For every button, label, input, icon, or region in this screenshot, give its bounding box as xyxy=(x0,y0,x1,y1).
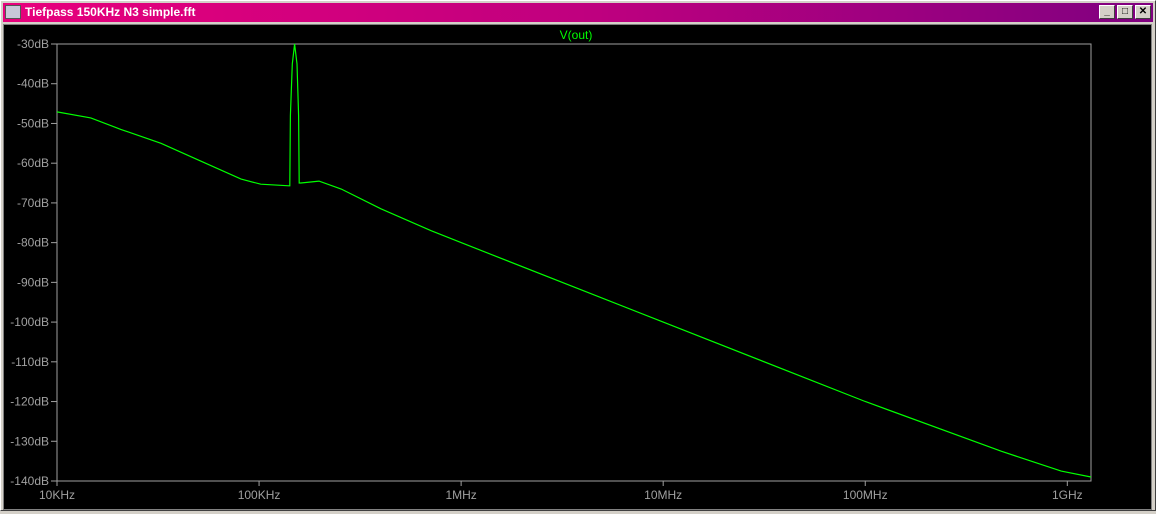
y-tick-label: -100dB xyxy=(10,315,49,329)
x-tick-label: 10KHz xyxy=(39,488,75,502)
close-button[interactable]: ✕ xyxy=(1135,5,1151,19)
x-tick-label: 100KHz xyxy=(238,488,281,502)
maximize-button[interactable]: □ xyxy=(1117,5,1133,19)
trace-label-vout[interactable]: V(out) xyxy=(560,28,593,42)
trace-vout[interactable] xyxy=(56,43,1092,478)
y-tick-label: -60dB xyxy=(17,156,49,170)
y-tick-label: -90dB xyxy=(17,275,49,289)
title-bar[interactable]: Tiefpass 150KHz N3 simple.fft _ □ ✕ xyxy=(3,3,1153,22)
x-tick-label: 10MHz xyxy=(644,488,682,502)
x-tick-label: 1GHz xyxy=(1052,488,1083,502)
plot-frame xyxy=(56,43,1092,482)
y-tick-label: -30dB xyxy=(17,37,49,51)
x-tick-label: 100MHz xyxy=(843,488,888,502)
y-tick-label: -140dB xyxy=(10,474,49,488)
y-tick-label: -130dB xyxy=(10,434,49,448)
fft-chart[interactable]: -30dB -40dB -50dB -60dB -70dB -80dB -90dB -100d… xyxy=(4,25,1151,509)
y-tick-label: -110dB xyxy=(11,355,49,369)
y-tick-label: -50dB xyxy=(17,116,49,130)
fft-window: Tiefpass 150KHz N3 simple.fft _ □ ✕ -30d… xyxy=(0,0,1156,511)
window-title: Tiefpass 150KHz N3 simple.fft xyxy=(25,5,196,19)
y-tick-label: -40dB xyxy=(17,77,49,91)
y-tick-label: -80dB xyxy=(17,236,49,250)
minimize-button[interactable]: _ xyxy=(1099,5,1115,19)
plot-pane[interactable]: -30dB -40dB -50dB -60dB -70dB -80dB -90dB -100d… xyxy=(3,24,1152,510)
y-tick-label: -70dB xyxy=(17,196,49,210)
x-tick-label: 1MHz xyxy=(445,488,476,502)
y-tick-label: -120dB xyxy=(10,395,49,409)
waveform-app-icon[interactable] xyxy=(5,5,21,19)
